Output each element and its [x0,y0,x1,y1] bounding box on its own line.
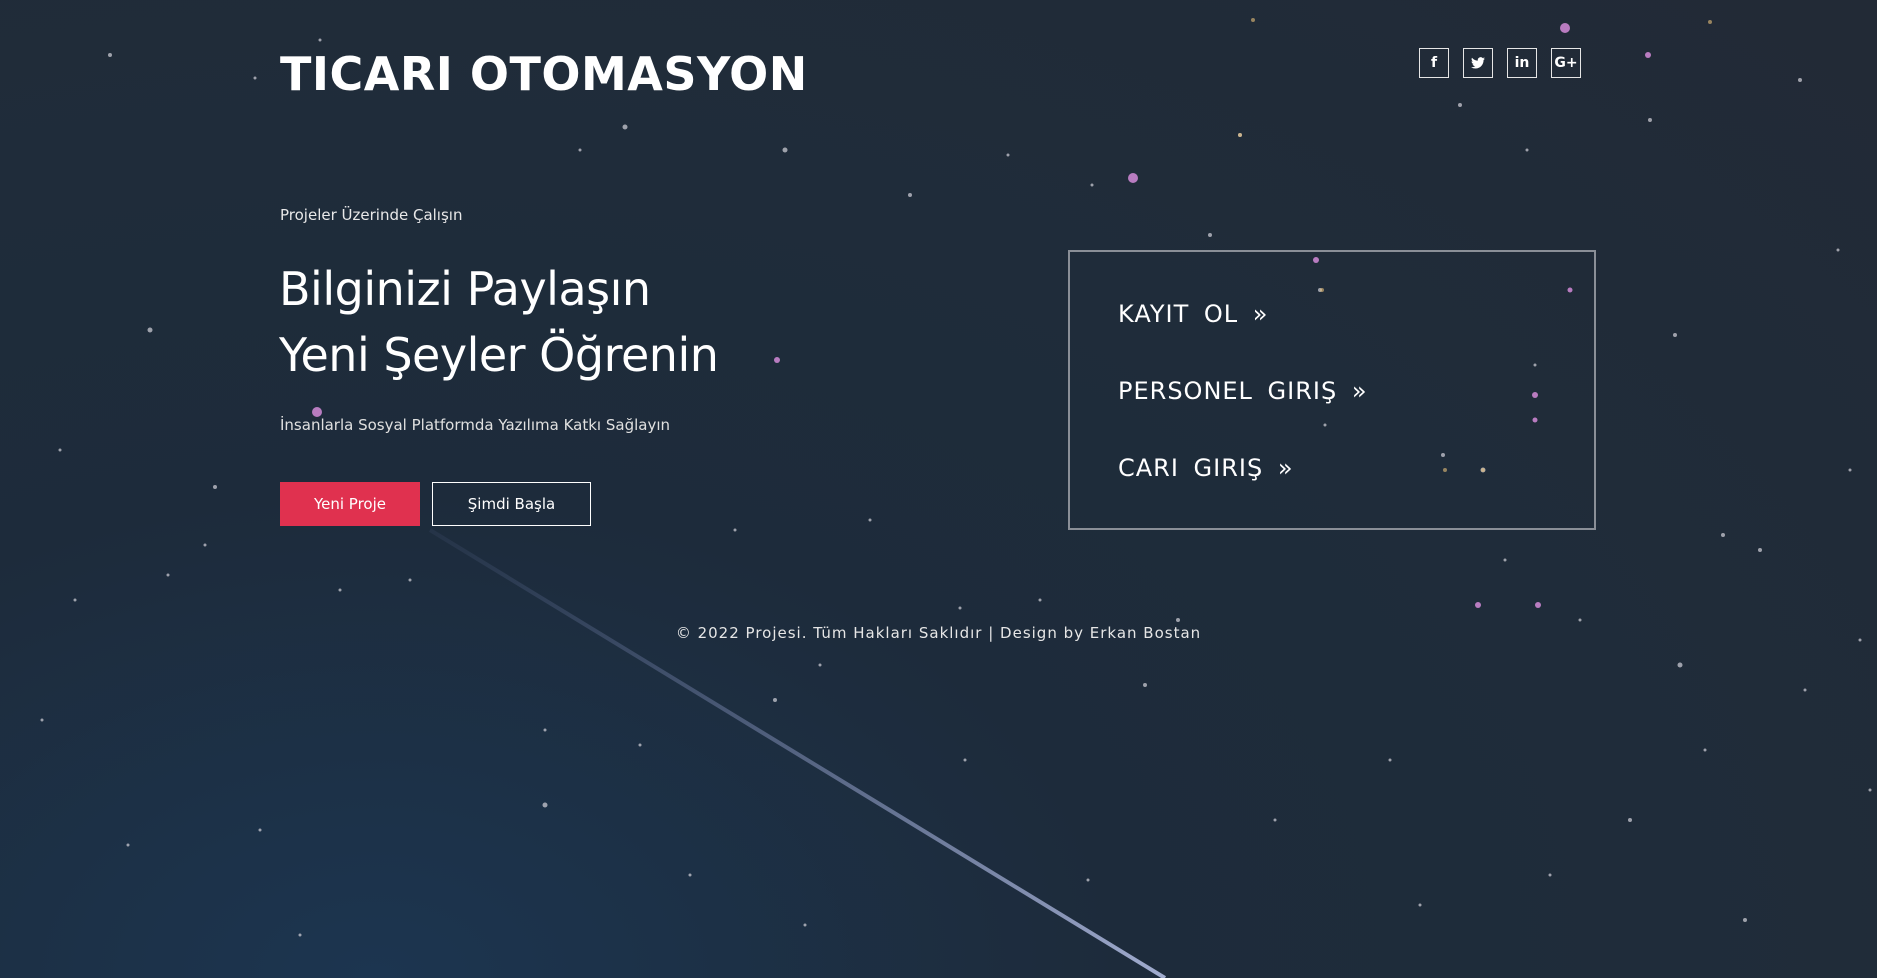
start-now-button[interactable]: Şimdi Başla [432,482,591,526]
hero-tagline: İnsanlarla Sosyal Platformda Yazılıma Ka… [280,416,671,434]
login-panel: KAYIT OL » PERSONEL GIRIŞ » CARI GIRIŞ » [1068,250,1596,530]
new-project-button[interactable]: Yeni Proje [280,482,420,526]
hero-eyebrow: Projeler Üzerinde Çalışın [280,206,463,224]
hero-headline-line1: Bilginizi Paylaşın [279,262,651,316]
footer-copyright: © 2022 Projesi. Tüm Hakları Saklıdır | D… [675,624,1202,642]
social-links: f in G+ [1419,48,1581,78]
twitter-bird-icon [1471,57,1485,69]
facebook-icon[interactable]: f [1419,48,1449,78]
customer-login-link[interactable]: CARI GIRIŞ » [1118,454,1294,482]
register-link[interactable]: KAYIT OL » [1118,300,1268,328]
linkedin-icon[interactable]: in [1507,48,1537,78]
staff-login-link[interactable]: PERSONEL GIRIŞ » [1118,377,1368,405]
hero-headline-line2: Yeni Şeyler Öğrenin [279,328,719,382]
brand-title: TICARI OTOMASYON [280,47,808,101]
meteor-trail [428,528,1167,978]
google-plus-icon[interactable]: G+ [1551,48,1581,78]
twitter-icon[interactable] [1463,48,1493,78]
hero-headline: Bilginizi Paylaşın Yeni Şeyler Öğrenin [279,256,719,388]
